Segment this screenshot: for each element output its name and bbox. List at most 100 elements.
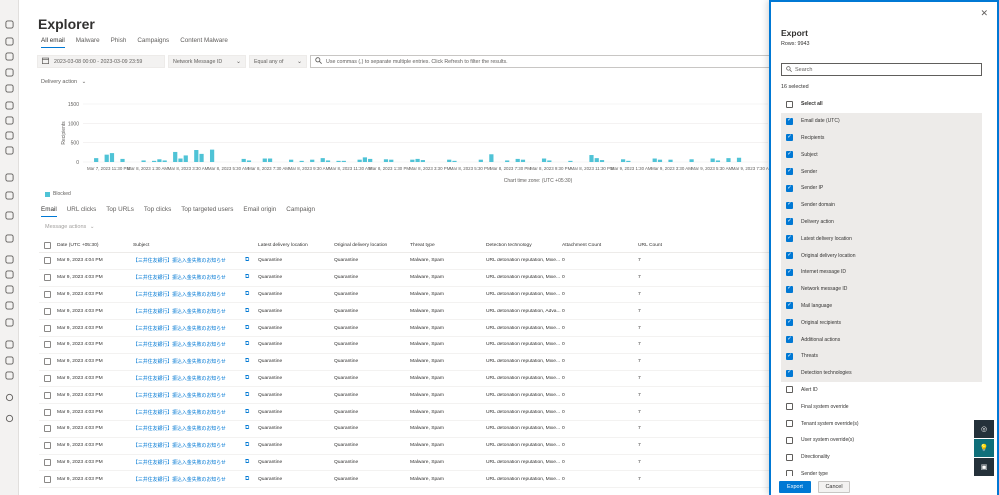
cell-subject-link[interactable]: 【三井住友銀行】振込入金失敗のお知らせ xyxy=(133,358,245,365)
report-icon[interactable] xyxy=(5,52,14,61)
open-external-icon[interactable]: ⧉ xyxy=(245,425,258,432)
export-search-input[interactable]: Search xyxy=(781,63,982,76)
chart-icon[interactable] xyxy=(5,255,14,264)
subtab-campaign[interactable]: Campaign xyxy=(286,206,315,217)
permissions-icon[interactable] xyxy=(5,301,14,310)
open-external-icon[interactable]: ⧉ xyxy=(245,341,258,348)
info-icon[interactable] xyxy=(5,318,14,327)
export-column-item[interactable]: ✓ Latest delivery location xyxy=(781,230,982,248)
tab-all-email[interactable]: All email xyxy=(41,37,65,48)
table-row[interactable]: Mar 9, 2023 4:03 PM 【三井住友銀行】振込入金失敗のお知らせ ⧉ Q… xyxy=(39,421,769,438)
row-checkbox[interactable] xyxy=(44,324,51,332)
export-column-item[interactable]: ✓ Email date (UTC) xyxy=(781,112,982,130)
export-column-checkbox[interactable]: ✓ xyxy=(786,352,793,360)
trophy-icon[interactable] xyxy=(5,101,14,110)
export-column-checkbox[interactable]: ✓ xyxy=(786,268,793,276)
cell-subject-link[interactable]: 【三井住友銀行】振込入金失敗のお知らせ xyxy=(133,476,245,483)
col-header-date[interactable]: Date (UTC +05:30) xyxy=(57,243,133,248)
export-column-item[interactable]: ✓ Internet message ID xyxy=(781,263,982,281)
export-column-checkbox[interactable]: ✓ xyxy=(786,369,793,377)
tab-malware[interactable]: Malware xyxy=(76,37,100,48)
col-header-original-location[interactable]: Original delivery location xyxy=(334,243,410,248)
table-row[interactable]: Mar 9, 2023 4:03 PM 【三井住友銀行】振込入金失敗のお知らせ ⧉ Q… xyxy=(39,270,769,287)
subtab-url-clicks[interactable]: URL clicks xyxy=(67,206,97,217)
row-checkbox[interactable] xyxy=(44,408,51,416)
table-row[interactable]: Mar 9, 2023 4:03 PM 【三井住友銀行】振込入金失敗のお知らせ ⧉ Q… xyxy=(39,438,769,455)
table-row[interactable]: Mar 9, 2023 4:04 PM 【三井住友銀行】振込入金失敗のお知らせ ⧉ Q… xyxy=(39,253,769,270)
row-checkbox[interactable] xyxy=(44,257,51,265)
row-checkbox[interactable] xyxy=(44,358,51,366)
open-external-icon[interactable]: ⧉ xyxy=(245,308,258,315)
row-checkbox[interactable] xyxy=(44,307,51,315)
col-header-attachment-count[interactable]: Attachment Count xyxy=(562,243,638,248)
open-external-icon[interactable]: ⧉ xyxy=(245,325,258,332)
threat-icon[interactable] xyxy=(5,131,14,140)
export-column-item[interactable]: ✓ Sender IP xyxy=(781,179,982,197)
cell-subject-link[interactable]: 【三井住友銀行】振込入金失敗のお知らせ xyxy=(133,375,245,382)
export-column-item[interactable]: ✓ Recipients xyxy=(781,129,982,147)
cell-subject-link[interactable]: 【三井住友銀行】振込入金失敗のお知らせ xyxy=(133,341,245,348)
col-header-latest-location[interactable]: Latest delivery location xyxy=(258,243,334,248)
tab-content-malware[interactable]: Content Malware xyxy=(180,37,228,48)
open-external-icon[interactable]: ⧉ xyxy=(245,409,258,416)
shield-icon[interactable] xyxy=(5,37,14,46)
select-all-item[interactable]: Select all xyxy=(781,96,982,113)
cell-subject-link[interactable]: 【三井住友銀行】振込入金失敗のお知らせ xyxy=(133,291,245,298)
table-row[interactable]: Mar 9, 2023 4:03 PM 【三井住友銀行】振込入金失敗のお知らせ ⧉ Q… xyxy=(39,287,769,304)
table-row[interactable]: Mar 9, 2023 4:03 PM 【三井住友銀行】振込入金失敗のお知らせ ⧉ Q… xyxy=(39,303,769,321)
export-column-checkbox[interactable]: ✓ xyxy=(786,117,793,125)
learning-icon[interactable] xyxy=(5,146,14,155)
table-row[interactable]: Mar 9, 2023 4:03 PM 【三井住友銀行】振込入金失敗のお知らせ ⧉ Q… xyxy=(39,354,769,371)
audit-icon[interactable] xyxy=(5,340,14,349)
row-checkbox[interactable] xyxy=(44,475,51,483)
export-column-checkbox[interactable]: ✓ xyxy=(786,168,793,176)
row-checkbox[interactable] xyxy=(44,425,51,433)
email-icon[interactable] xyxy=(5,211,14,220)
select-all-checkbox[interactable] xyxy=(786,100,793,108)
subtab-top-targeted-users[interactable]: Top targeted users xyxy=(181,206,233,217)
export-column-item[interactable]: Sender type xyxy=(781,466,982,476)
cancel-button[interactable]: Cancel xyxy=(818,481,850,493)
subtab-top-clicks[interactable]: Top clicks xyxy=(144,206,171,217)
partner-icon[interactable] xyxy=(5,173,14,182)
export-column-checkbox[interactable]: ✓ xyxy=(786,285,793,293)
export-column-checkbox[interactable] xyxy=(786,453,793,461)
subtab-top-urls[interactable]: Top URLs xyxy=(106,206,134,217)
select-all-rows-checkbox[interactable] xyxy=(44,241,51,249)
export-column-checkbox[interactable]: ✓ xyxy=(786,319,793,327)
export-column-item[interactable]: User system override(s) xyxy=(781,432,982,449)
table-row[interactable]: Mar 9, 2023 4:03 PM 【三井住友銀行】振込入金失敗のお知らせ ⧉ Q… xyxy=(39,371,769,388)
open-external-icon[interactable]: ⧉ xyxy=(245,257,258,264)
export-column-item[interactable]: ✓ Subject xyxy=(781,146,982,164)
export-column-item[interactable]: ✓ Sender domain xyxy=(781,196,982,214)
operator-dropdown[interactable]: Equal any of xyxy=(249,55,307,68)
filter-query-input[interactable]: Use commas (,) to separate multiple entr… xyxy=(310,55,769,68)
export-column-item[interactable]: Alert ID xyxy=(781,382,982,399)
edit-nav-icon[interactable] xyxy=(5,414,14,423)
action-icon[interactable] xyxy=(5,116,14,125)
cell-subject-link[interactable]: 【三井住友銀行】振込入金失敗のお知らせ xyxy=(133,459,245,466)
export-column-item[interactable]: ✓ Detection technologies xyxy=(781,364,982,382)
date-range-picker[interactable]: 2023-03-08 00:00 - 2023-03-09 23:59 xyxy=(37,55,165,68)
customize-icon[interactable] xyxy=(5,356,14,365)
open-external-icon[interactable]: ⧉ xyxy=(245,274,258,281)
cloud-icon[interactable] xyxy=(5,234,14,243)
open-external-icon[interactable]: ⧉ xyxy=(245,392,258,399)
cell-subject-link[interactable]: 【三井住友銀行】振込入金失敗のお知らせ xyxy=(133,257,245,264)
table-row[interactable]: Mar 9, 2023 4:03 PM 【三井住友銀行】振込入金失敗のお知らせ ⧉ Q… xyxy=(39,471,769,489)
delivery-action-dropdown[interactable]: Delivery action ⌄ xyxy=(41,79,86,85)
cell-subject-link[interactable]: 【三井住友銀行】振込入金失敗のお知らせ xyxy=(133,392,245,399)
export-column-item[interactable]: ✓ Original recipients xyxy=(781,314,982,332)
row-checkbox[interactable] xyxy=(44,290,51,298)
open-external-icon[interactable]: ⧉ xyxy=(245,291,258,298)
col-header-url-count[interactable]: URL Count xyxy=(638,243,698,248)
subtab-email[interactable]: Email xyxy=(41,206,57,217)
cell-subject-link[interactable]: 【三井住友銀行】振込入金失敗のお知らせ xyxy=(133,442,245,449)
row-checkbox[interactable] xyxy=(44,341,51,349)
open-external-icon[interactable]: ⧉ xyxy=(245,476,258,483)
table-row[interactable]: Mar 9, 2023 4:03 PM 【三井住友銀行】振込入金失敗のお知らせ ⧉ Q… xyxy=(39,320,769,337)
export-button[interactable]: Export xyxy=(779,481,811,493)
open-external-icon[interactable]: ⧉ xyxy=(245,375,258,382)
export-column-checkbox[interactable]: ✓ xyxy=(786,235,793,243)
export-column-item[interactable]: ✓ Delivery action xyxy=(781,213,982,231)
